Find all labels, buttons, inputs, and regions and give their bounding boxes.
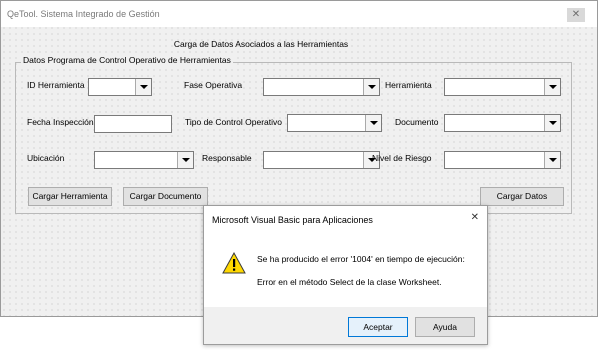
label-documento: Documento <box>395 117 439 127</box>
cargar-documento-button[interactable]: Cargar Documento <box>123 187 208 206</box>
label-fecha-inspeccion: Fecha Inspección <box>27 117 94 127</box>
dialog-close-button[interactable]: ✕ <box>471 212 479 223</box>
dialog-message-line2: Error en el método Select de la clase Wo… <box>257 277 442 287</box>
label-responsable: Responsable <box>202 153 252 163</box>
warning-icon <box>222 252 246 274</box>
combo-documento[interactable] <box>444 114 561 132</box>
label-ubicacion: Ubicación <box>27 153 65 163</box>
cargar-datos-button[interactable]: Cargar Datos <box>480 187 564 206</box>
chevron-down-icon[interactable] <box>135 79 151 95</box>
label-tipo-control: Tipo de Control Operativo <box>185 117 283 127</box>
label-nivel-riesgo: Nivel de Riesgo <box>372 153 432 163</box>
dialog-message-line1: Se ha producido el error '1004' en tiemp… <box>257 254 465 264</box>
chevron-down-icon[interactable] <box>365 115 381 131</box>
label-herramienta: Herramienta <box>385 80 432 90</box>
label-id-herramienta: ID Herramienta <box>27 80 85 90</box>
dialog-footer: Aceptar Ayuda <box>204 307 487 344</box>
dialog-title: Microsoft Visual Basic para Aplicaciones <box>212 215 373 225</box>
accept-button[interactable]: Aceptar <box>348 317 408 337</box>
help-button[interactable]: Ayuda <box>415 317 475 337</box>
group-label: Datos Programa de Control Operativo de H… <box>21 55 233 65</box>
chevron-down-icon[interactable] <box>363 79 379 95</box>
label-fase-operativa: Fase Operativa <box>184 80 243 90</box>
combo-fase-operativa[interactable] <box>263 78 380 96</box>
combo-ubicacion[interactable] <box>94 151 194 169</box>
window-title: QeTool. Sistema Integrado de Gestión <box>7 9 160 19</box>
input-fecha-inspeccion[interactable] <box>94 115 172 133</box>
userform-titlebar: QeTool. Sistema Integrado de Gestión ✕ <box>1 1 597 27</box>
form-heading: Carga de Datos Asociados a las Herramien… <box>173 39 349 49</box>
combo-nivel-riesgo[interactable] <box>444 151 561 169</box>
cargar-herramienta-button[interactable]: Cargar Herramienta <box>28 187 112 206</box>
combo-herramienta[interactable] <box>444 78 561 96</box>
chevron-down-icon[interactable] <box>544 152 560 168</box>
chevron-down-icon[interactable] <box>544 115 560 131</box>
combo-responsable[interactable] <box>263 151 380 169</box>
error-dialog: Microsoft Visual Basic para Aplicaciones… <box>203 205 488 345</box>
chevron-down-icon[interactable] <box>544 79 560 95</box>
chevron-down-icon[interactable] <box>177 152 193 168</box>
window-close-button[interactable]: ✕ <box>567 8 585 22</box>
combo-tipo-control[interactable] <box>287 114 382 132</box>
combo-id-herramienta[interactable] <box>88 78 152 96</box>
